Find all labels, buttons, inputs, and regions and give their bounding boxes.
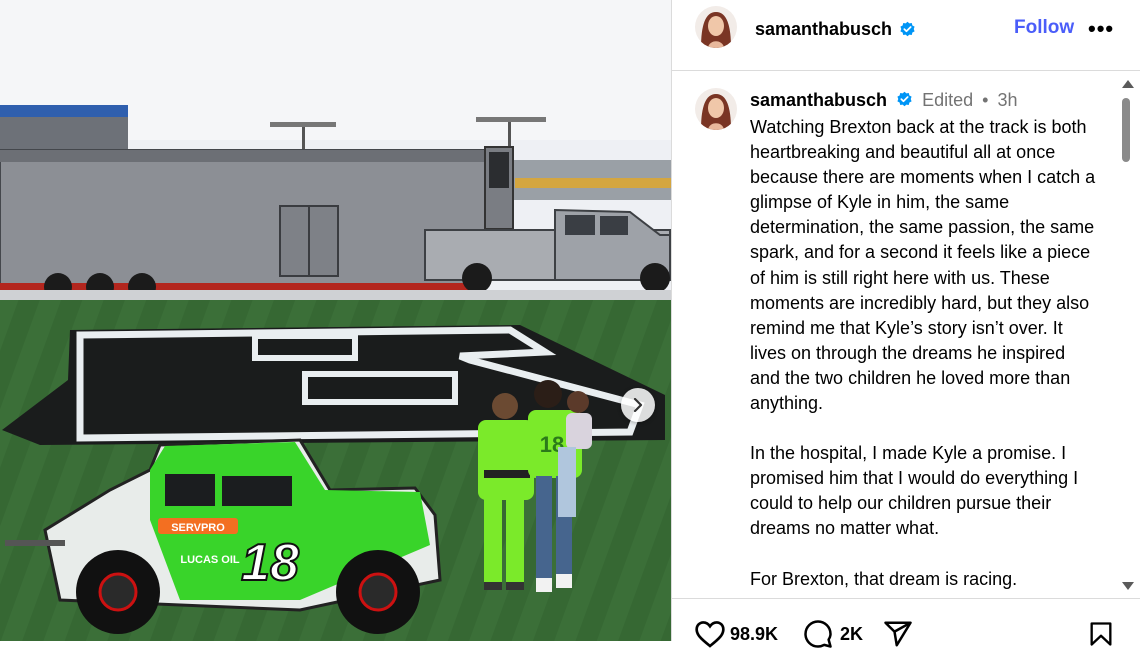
- caption-username[interactable]: samanthabusch: [750, 90, 887, 110]
- bookmark-icon: [1090, 622, 1112, 646]
- car-sponsor-text: SERVPRO: [171, 522, 225, 534]
- caption-paragraph: For Brexton, that dream is racing.: [750, 568, 1018, 589]
- car-number-text: 18: [241, 534, 299, 592]
- chevron-right-icon: [633, 398, 643, 412]
- like-count[interactable]: 98.9K: [730, 624, 778, 645]
- share-icon: [884, 621, 912, 647]
- edited-label: Edited: [922, 90, 974, 110]
- post-photo: SERVPRO LUCAS OIL 18 18: [0, 0, 671, 641]
- next-photo-button[interactable]: [621, 388, 655, 422]
- comments-area[interactable]: samanthabusch Edited • 3h Watching Brext…: [672, 72, 1140, 598]
- verified-icon: [900, 21, 915, 37]
- post-time[interactable]: 3h: [997, 90, 1017, 110]
- profile-photo: [695, 88, 737, 130]
- caption-paragraph: Watching Brexton back at the track is bo…: [750, 117, 1096, 414]
- share-button[interactable]: [882, 619, 914, 649]
- car-sponsor-2-text: LUCAS OIL: [180, 554, 240, 566]
- heart-icon: [695, 621, 725, 648]
- caption-text: Watching Brexton back at the track is bo…: [750, 115, 1100, 598]
- caption-avatar[interactable]: [695, 88, 737, 130]
- scroll-down-arrow[interactable]: [1122, 582, 1134, 590]
- profile-photo: [695, 6, 737, 48]
- follow-button[interactable]: Follow: [1014, 17, 1074, 39]
- scroll-thumb[interactable]: [1122, 98, 1130, 162]
- verified-icon: [897, 91, 912, 107]
- dot-separator: •: [982, 90, 989, 110]
- scrollbar[interactable]: [1118, 76, 1134, 596]
- post-side-panel: samanthabusch Follow ••• samanthabusch E…: [671, 0, 1140, 648]
- scroll-up-arrow[interactable]: [1122, 80, 1134, 88]
- comment-icon: [804, 620, 832, 648]
- like-button[interactable]: 98.9K: [694, 619, 778, 649]
- caption-header: samanthabusch Edited • 3h: [750, 90, 1018, 111]
- header-username[interactable]: samanthabusch: [755, 19, 892, 40]
- post-header: samanthabusch Follow •••: [672, 0, 1140, 71]
- action-bar: 98.9K 2K: [672, 598, 1140, 648]
- caption-paragraph: In the hospital, I made Kyle a promise. …: [750, 443, 1079, 539]
- save-button[interactable]: [1087, 619, 1115, 649]
- comment-button[interactable]: 2K: [802, 619, 863, 649]
- more-options-button[interactable]: •••: [1088, 16, 1114, 42]
- post-media[interactable]: SERVPRO LUCAS OIL 18 18: [0, 0, 671, 641]
- comment-count[interactable]: 2K: [840, 624, 863, 645]
- avatar[interactable]: [695, 6, 737, 48]
